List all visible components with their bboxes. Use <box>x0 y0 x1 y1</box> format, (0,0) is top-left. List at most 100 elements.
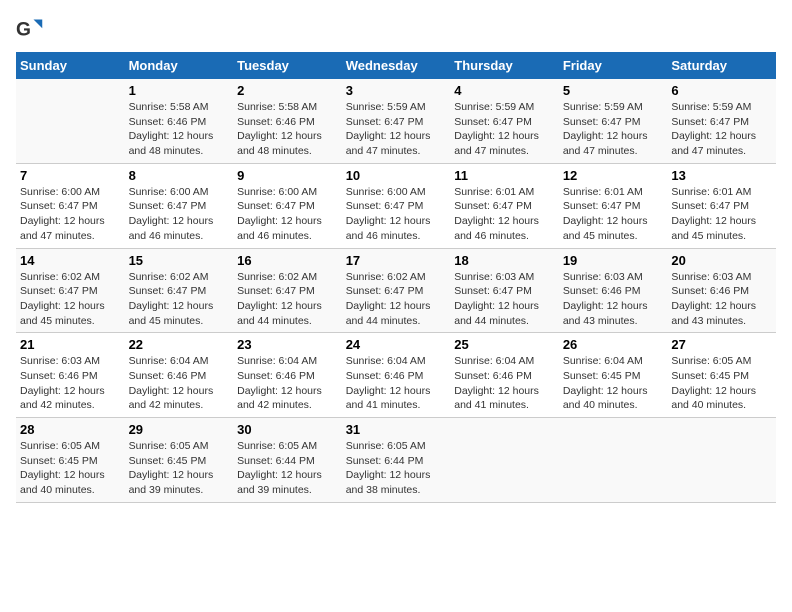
column-header-tuesday: Tuesday <box>233 52 342 79</box>
calendar-cell: 6 Sunrise: 5:59 AMSunset: 6:47 PMDaylight… <box>667 79 776 163</box>
day-info: Sunrise: 6:02 AMSunset: 6:47 PMDaylight:… <box>237 270 338 329</box>
day-info: Sunrise: 6:00 AMSunset: 6:47 PMDaylight:… <box>237 185 338 244</box>
calendar-cell: 16Sunrise: 6:02 AMSunset: 6:47 PMDayligh… <box>233 248 342 333</box>
calendar-cell: 29 Sunrise: 6:05 AMSunset: 6:45 PMDayligh… <box>125 418 234 503</box>
calendar-cell: 5 Sunrise: 5:59 AMSunset: 6:47 PMDaylight… <box>559 79 668 163</box>
day-number: 29 <box>129 422 230 437</box>
day-number: 11 <box>454 168 555 183</box>
calendar-cell: 30 Sunrise: 6:05 AMSunset: 6:44 PMDayligh… <box>233 418 342 503</box>
day-number: 12 <box>563 168 664 183</box>
day-number: 31 <box>346 422 447 437</box>
day-number: 26 <box>563 337 664 352</box>
calendar-cell: 7 Sunrise: 6:00 AMSunset: 6:47 PMDaylight… <box>16 163 125 248</box>
day-info: Sunrise: 6:00 AMSunset: 6:47 PMDaylight:… <box>129 185 230 244</box>
day-number: 28 <box>20 422 121 437</box>
column-header-monday: Monday <box>125 52 234 79</box>
day-info: Sunrise: 6:00 AMSunset: 6:47 PMDaylight:… <box>20 185 121 244</box>
calendar-cell: 1 Sunrise: 5:58 AMSunset: 6:46 PMDaylight… <box>125 79 234 163</box>
day-info: Sunrise: 6:03 AMSunset: 6:46 PMDaylight:… <box>671 270 772 329</box>
calendar-cell: 22 Sunrise: 6:04 AMSunset: 6:46 PMDayligh… <box>125 333 234 418</box>
day-info: Sunrise: 6:04 AMSunset: 6:46 PMDaylight:… <box>346 354 447 413</box>
day-info: Sunrise: 6:03 AMSunset: 6:47 PMDaylight:… <box>454 270 555 329</box>
day-info: Sunrise: 5:59 AMSunset: 6:47 PMDaylight:… <box>671 100 772 159</box>
day-info: Sunrise: 6:05 AMSunset: 6:44 PMDaylight:… <box>346 439 447 498</box>
calendar-cell: 12 Sunrise: 6:01 AMSunset: 6:47 PMDayligh… <box>559 163 668 248</box>
column-header-saturday: Saturday <box>667 52 776 79</box>
day-number: 21 <box>20 337 121 352</box>
day-info: Sunrise: 5:58 AMSunset: 6:46 PMDaylight:… <box>129 100 230 159</box>
day-number: 2 <box>237 83 338 98</box>
calendar-cell: 27Sunrise: 6:05 AMSunset: 6:45 PMDayligh… <box>667 333 776 418</box>
calendar-week-row: 14 Sunrise: 6:02 AMSunset: 6:47 PMDayligh… <box>16 248 776 333</box>
day-info: Sunrise: 6:05 AMSunset: 6:45 PMDaylight:… <box>20 439 121 498</box>
day-info: Sunrise: 6:02 AMSunset: 6:47 PMDaylight:… <box>20 270 121 329</box>
day-number: 23 <box>237 337 338 352</box>
calendar-week-row: 7 Sunrise: 6:00 AMSunset: 6:47 PMDaylight… <box>16 163 776 248</box>
calendar-week-row: 21 Sunrise: 6:03 AMSunset: 6:46 PMDayligh… <box>16 333 776 418</box>
day-info: Sunrise: 6:01 AMSunset: 6:47 PMDaylight:… <box>454 185 555 244</box>
day-number: 30 <box>237 422 338 437</box>
day-info: Sunrise: 6:04 AMSunset: 6:46 PMDaylight:… <box>454 354 555 413</box>
calendar-cell: 23 Sunrise: 6:04 AMSunset: 6:46 PMDayligh… <box>233 333 342 418</box>
day-info: Sunrise: 6:04 AMSunset: 6:46 PMDaylight:… <box>129 354 230 413</box>
calendar-cell: 31 Sunrise: 6:05 AMSunset: 6:44 PMDayligh… <box>342 418 451 503</box>
calendar-header-row: SundayMondayTuesdayWednesdayThursdayFrid… <box>16 52 776 79</box>
day-number: 3 <box>346 83 447 98</box>
calendar-cell <box>559 418 668 503</box>
day-info: Sunrise: 6:02 AMSunset: 6:47 PMDaylight:… <box>346 270 447 329</box>
calendar-cell: 21 Sunrise: 6:03 AMSunset: 6:46 PMDayligh… <box>16 333 125 418</box>
day-info: Sunrise: 6:03 AMSunset: 6:46 PMDaylight:… <box>20 354 121 413</box>
day-number: 6 <box>671 83 772 98</box>
day-info: Sunrise: 6:04 AMSunset: 6:45 PMDaylight:… <box>563 354 664 413</box>
calendar-cell: 15 Sunrise: 6:02 AMSunset: 6:47 PMDayligh… <box>125 248 234 333</box>
day-info: Sunrise: 6:03 AMSunset: 6:46 PMDaylight:… <box>563 270 664 329</box>
day-info: Sunrise: 5:59 AMSunset: 6:47 PMDaylight:… <box>563 100 664 159</box>
day-number: 4 <box>454 83 555 98</box>
calendar-cell: 19 Sunrise: 6:03 AMSunset: 6:46 PMDayligh… <box>559 248 668 333</box>
day-number: 1 <box>129 83 230 98</box>
calendar-cell <box>667 418 776 503</box>
calendar-cell: 14 Sunrise: 6:02 AMSunset: 6:47 PMDayligh… <box>16 248 125 333</box>
day-info: Sunrise: 6:04 AMSunset: 6:46 PMDaylight:… <box>237 354 338 413</box>
day-info: Sunrise: 5:59 AMSunset: 6:47 PMDaylight:… <box>454 100 555 159</box>
day-info: Sunrise: 6:05 AMSunset: 6:45 PMDaylight:… <box>671 354 772 413</box>
calendar-cell: 8 Sunrise: 6:00 AMSunset: 6:47 PMDaylight… <box>125 163 234 248</box>
day-number: 24 <box>346 337 447 352</box>
day-number: 18 <box>454 253 555 268</box>
day-info: Sunrise: 5:58 AMSunset: 6:46 PMDaylight:… <box>237 100 338 159</box>
day-number: 22 <box>129 337 230 352</box>
calendar-cell: 10 Sunrise: 6:00 AMSunset: 6:47 PMDayligh… <box>342 163 451 248</box>
day-number: 17 <box>346 253 447 268</box>
logo-icon: G <box>16 16 44 44</box>
day-number: 19 <box>563 253 664 268</box>
day-info: Sunrise: 6:00 AMSunset: 6:47 PMDaylight:… <box>346 185 447 244</box>
calendar-table: SundayMondayTuesdayWednesdayThursdayFrid… <box>16 52 776 503</box>
calendar-cell: 26 Sunrise: 6:04 AMSunset: 6:45 PMDayligh… <box>559 333 668 418</box>
page-header: G <box>16 16 776 44</box>
calendar-cell: 2 Sunrise: 5:58 AMSunset: 6:46 PMDaylight… <box>233 79 342 163</box>
day-info: Sunrise: 6:05 AMSunset: 6:44 PMDaylight:… <box>237 439 338 498</box>
calendar-week-row: 28 Sunrise: 6:05 AMSunset: 6:45 PMDayligh… <box>16 418 776 503</box>
day-number: 13 <box>671 168 772 183</box>
day-number: 10 <box>346 168 447 183</box>
day-number: 20 <box>671 253 772 268</box>
day-number: 8 <box>129 168 230 183</box>
day-number: 25 <box>454 337 555 352</box>
day-number: 7 <box>20 168 121 183</box>
calendar-cell: 11 Sunrise: 6:01 AMSunset: 6:47 PMDayligh… <box>450 163 559 248</box>
calendar-cell: 17 Sunrise: 6:02 AMSunset: 6:47 PMDayligh… <box>342 248 451 333</box>
day-info: Sunrise: 6:01 AMSunset: 6:47 PMDaylight:… <box>563 185 664 244</box>
calendar-cell: 18 Sunrise: 6:03 AMSunset: 6:47 PMDayligh… <box>450 248 559 333</box>
day-number: 9 <box>237 168 338 183</box>
day-info: Sunrise: 5:59 AMSunset: 6:47 PMDaylight:… <box>346 100 447 159</box>
calendar-cell <box>450 418 559 503</box>
calendar-cell: 25 Sunrise: 6:04 AMSunset: 6:46 PMDayligh… <box>450 333 559 418</box>
day-number: 15 <box>129 253 230 268</box>
day-number: 14 <box>20 253 121 268</box>
day-info: Sunrise: 6:02 AMSunset: 6:47 PMDaylight:… <box>129 270 230 329</box>
day-info: Sunrise: 6:05 AMSunset: 6:45 PMDaylight:… <box>129 439 230 498</box>
day-number: 5 <box>563 83 664 98</box>
calendar-cell: 28 Sunrise: 6:05 AMSunset: 6:45 PMDayligh… <box>16 418 125 503</box>
column-header-thursday: Thursday <box>450 52 559 79</box>
calendar-cell: 3 Sunrise: 5:59 AMSunset: 6:47 PMDaylight… <box>342 79 451 163</box>
